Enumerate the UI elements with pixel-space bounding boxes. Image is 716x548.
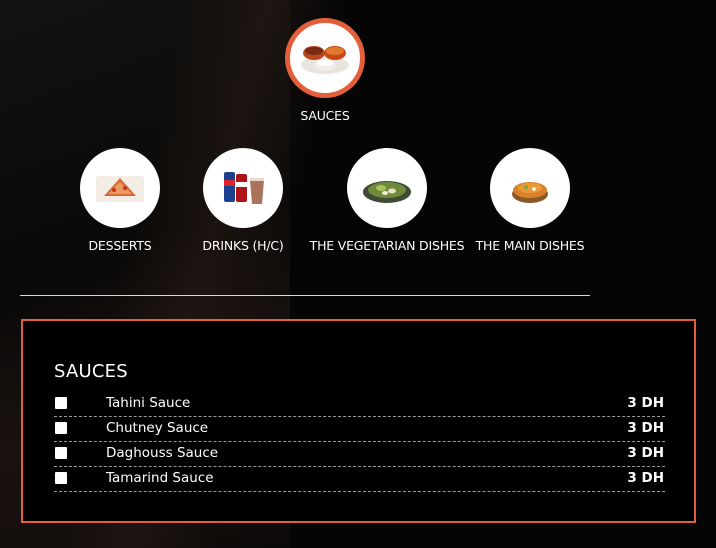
- vegetarian-dish-icon: [363, 181, 411, 203]
- item-checkbox[interactable]: [55, 397, 67, 409]
- item-price: 3 DH: [627, 470, 664, 486]
- item-name: Daghouss Sauce: [106, 445, 219, 461]
- category-sauces-label[interactable]: SAUCES: [300, 108, 349, 123]
- menu-item: Tahini Sauce 3 DH: [54, 392, 665, 417]
- sauce-bowls-icon: [301, 46, 349, 74]
- drinks-icon: [224, 172, 264, 204]
- menu-item: Tamarind Sauce 3 DH: [54, 467, 665, 492]
- category-main-dishes-label[interactable]: THE MAIN DISHES: [476, 238, 585, 253]
- item-name: Chutney Sauce: [106, 420, 209, 436]
- menu-item: Daghouss Sauce 3 DH: [54, 442, 665, 467]
- panel-title: SAUCES: [54, 361, 128, 382]
- category-vegetarian-thumbnail[interactable]: [347, 148, 427, 228]
- item-price: 3 DH: [627, 420, 664, 436]
- item-price: 3 DH: [627, 445, 664, 461]
- main-dish-icon: [512, 182, 548, 203]
- item-name: Tamarind Sauce: [106, 470, 214, 486]
- item-checkbox[interactable]: [55, 447, 67, 459]
- category-main-dishes[interactable]: THE MAIN DISHES: [470, 148, 590, 253]
- item-name: Tahini Sauce: [106, 395, 191, 411]
- category-sauces-thumbnail[interactable]: [285, 18, 365, 98]
- category-drinks-label[interactable]: DRINKS (H/C): [202, 238, 283, 253]
- category-desserts-thumbnail[interactable]: [80, 148, 160, 228]
- category-vegetarian[interactable]: THE VEGETARIAN DISHES: [297, 148, 477, 253]
- category-drinks-thumbnail[interactable]: [203, 148, 283, 228]
- category-vegetarian-label[interactable]: THE VEGETARIAN DISHES: [310, 238, 465, 253]
- menu-item-list: Tahini Sauce 3 DH Chutney Sauce 3 DH Dag…: [54, 392, 665, 492]
- item-checkbox[interactable]: [55, 472, 67, 484]
- dessert-plate-icon: [96, 176, 144, 202]
- category-desserts[interactable]: DESSERTS: [70, 148, 170, 253]
- category-sauces[interactable]: SAUCES: [275, 18, 375, 123]
- menu-item: Chutney Sauce 3 DH: [54, 417, 665, 442]
- category-main-dishes-thumbnail[interactable]: [490, 148, 570, 228]
- category-desserts-label[interactable]: DESSERTS: [88, 238, 151, 253]
- category-drinks[interactable]: DRINKS (H/C): [193, 148, 293, 253]
- section-divider: [20, 295, 590, 296]
- item-checkbox[interactable]: [55, 422, 67, 434]
- item-price: 3 DH: [627, 395, 664, 411]
- menu-panel: SAUCES Tahini Sauce 3 DH Chutney Sauce 3…: [21, 319, 696, 523]
